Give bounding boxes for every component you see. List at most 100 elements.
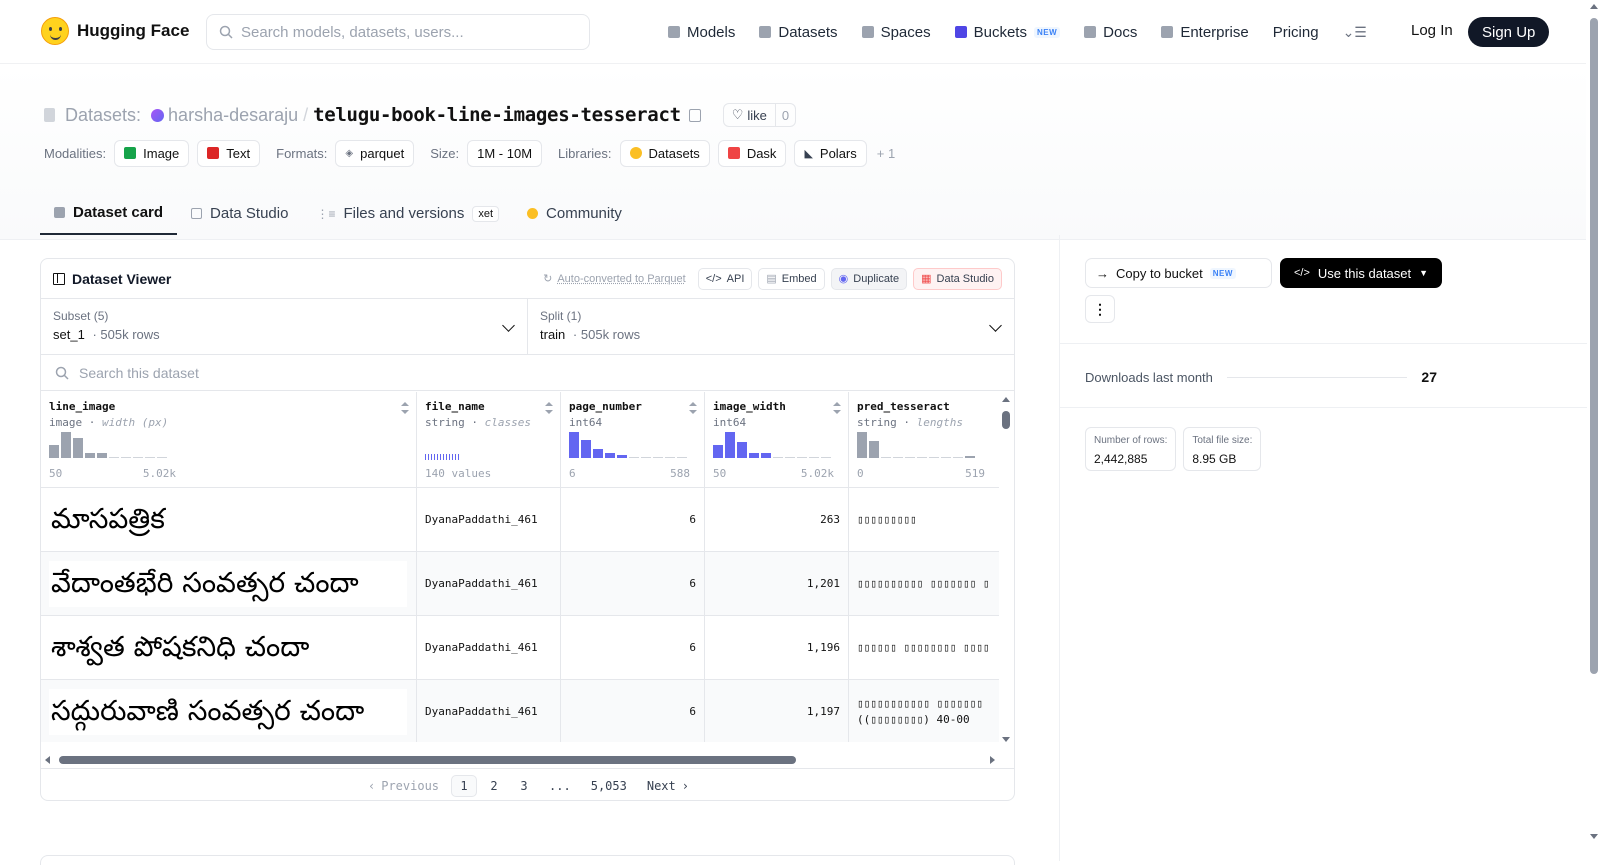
nav-buckets[interactable]: Buckets NEW (954, 24, 1061, 41)
scroll-thumb[interactable] (1590, 18, 1598, 674)
column-line-image[interactable]: line_image image · width (px) 50 5.02k (41, 392, 417, 487)
line-image-cell[interactable]: శాశ్వత పోషకనిధి చందా (41, 616, 417, 679)
duplicate-button[interactable]: ◉ Duplicate (830, 267, 908, 290)
table-row[interactable]: సద్గురువాణి సంవత్సర చందా DyanaPaddathi_4… (41, 680, 999, 742)
auto-converted-link[interactable]: ↻ Auto-converted to Parquet (543, 272, 686, 286)
sort-icon[interactable] (401, 402, 409, 414)
histogram-bar[interactable] (917, 457, 927, 458)
login-link[interactable]: Log In (1411, 22, 1453, 39)
tag-dask[interactable]: Dask (717, 139, 787, 167)
sort-icon[interactable] (545, 402, 553, 414)
next-page-button[interactable]: Next › (639, 775, 697, 797)
tab-dataset-card[interactable]: Dataset card (40, 192, 178, 235)
scroll-down-icon[interactable] (1002, 737, 1010, 742)
scroll-thumb[interactable] (1002, 411, 1010, 429)
page-button-2[interactable]: 2 (481, 775, 507, 797)
histogram-bar[interactable] (629, 457, 639, 458)
split-select[interactable]: Split (1) train · 505k rows (527, 299, 1014, 354)
subset-select[interactable]: Subset (5) set_1 · 505k rows (41, 299, 527, 354)
api-button[interactable]: </> API (697, 267, 753, 290)
histogram-bar[interactable] (929, 457, 939, 458)
page-button-last[interactable]: 5,053 (583, 775, 635, 797)
nav-datasets[interactable]: Datasets (759, 24, 838, 41)
histogram-bar[interactable] (145, 457, 155, 458)
scroll-up-icon[interactable] (1002, 397, 1010, 402)
histogram-bar[interactable] (953, 457, 963, 458)
tab-community[interactable]: Community (513, 192, 636, 235)
tab-data-studio[interactable]: Data Studio (177, 192, 302, 235)
line-image-cell[interactable]: వేదాంతభేరి సంవత్సర చందా (41, 552, 417, 615)
line-image-cell[interactable]: సద్గురువాణి సంవత్సర చందా (41, 680, 417, 742)
scroll-left-icon[interactable] (45, 756, 50, 764)
histogram-bar[interactable] (785, 457, 795, 458)
page-button-1[interactable]: 1 (451, 774, 478, 797)
column-page-number[interactable]: page_number int64 6 588 (561, 392, 705, 487)
histogram-bar[interactable] (881, 457, 891, 458)
more-libraries[interactable]: + 1 (877, 146, 895, 161)
global-search-input[interactable] (241, 23, 571, 41)
histogram-bar[interactable] (761, 453, 771, 458)
sort-icon[interactable] (689, 402, 697, 414)
tag-polars[interactable]: ◣ Polars (794, 139, 867, 167)
histogram-bar[interactable] (797, 457, 807, 458)
nav-pricing[interactable]: Pricing (1273, 24, 1319, 41)
table-horizontal-scrollbar[interactable] (45, 754, 995, 766)
histogram-bar[interactable] (605, 453, 615, 458)
more-menu-icon[interactable]: ⌄☰ (1343, 24, 1367, 41)
histogram-bar[interactable] (569, 432, 579, 458)
histogram-bar[interactable] (857, 432, 867, 458)
histogram-bar[interactable] (121, 457, 131, 458)
histogram-bar[interactable] (665, 457, 675, 458)
scroll-thumb[interactable] (59, 756, 796, 764)
histogram-bar[interactable] (965, 456, 975, 458)
repo-owner[interactable]: harsha-desaraju (168, 105, 298, 126)
nav-docs[interactable]: Docs (1084, 24, 1137, 41)
data-studio-button[interactable]: ▦ Data Studio (913, 267, 1002, 290)
nav-enterprise[interactable]: Enterprise (1161, 24, 1249, 41)
use-this-dataset-button[interactable]: </> Use this dataset ▼ (1280, 258, 1442, 288)
histogram-bar[interactable] (905, 457, 915, 458)
tag-image[interactable]: Image (114, 139, 190, 167)
table-row[interactable]: శాశ్వత పోషకనిధి చందా DyanaPaddathi_461 6… (41, 616, 999, 680)
dataset-search-input[interactable] (79, 364, 679, 381)
histogram-bar[interactable] (641, 457, 651, 458)
column-pred-tesseract[interactable]: pred_tesseract string · lengths 0 519 (849, 392, 999, 487)
table-row[interactable]: వేదాంతభేరి సంవత్సర చందా DyanaPaddathi_46… (41, 552, 999, 616)
histogram-bar[interactable] (133, 457, 143, 458)
page-scrollbar[interactable] (1588, 0, 1600, 861)
like-button[interactable]: ♡ like 0 (722, 103, 797, 127)
nav-models[interactable]: Models (668, 24, 735, 41)
histogram-bar[interactable] (809, 457, 819, 458)
histogram-bar[interactable] (61, 432, 71, 458)
histogram-bar[interactable] (653, 457, 663, 458)
scroll-down-icon[interactable] (1590, 834, 1598, 839)
histogram-bar[interactable] (617, 455, 627, 458)
histogram-bar[interactable] (73, 438, 83, 458)
tag-parquet[interactable]: ◈ parquet (335, 139, 415, 167)
repo-name[interactable]: telugu-book-line-images-tesseract (313, 104, 681, 126)
tag-size[interactable]: 1M - 10M (467, 139, 543, 167)
table-row[interactable]: మాసపత్రిక DyanaPaddathi_461 6 263 ▯▯▯▯▯▯… (41, 488, 999, 552)
histogram-bar[interactable] (677, 457, 687, 458)
copy-icon[interactable] (688, 108, 701, 122)
histogram-bar[interactable] (749, 453, 759, 458)
histogram-bar[interactable] (109, 457, 119, 458)
tag-text[interactable]: Text (197, 139, 261, 167)
histogram-bar[interactable] (821, 457, 831, 458)
table-vertical-scrollbar[interactable] (1002, 397, 1010, 742)
scroll-right-icon[interactable] (990, 756, 995, 764)
signup-button[interactable]: Sign Up (1468, 17, 1550, 47)
column-image-width[interactable]: image_width int64 50 5.02k (705, 392, 849, 487)
brand-link[interactable]: Hugging Face (41, 17, 189, 45)
global-search[interactable] (206, 14, 590, 50)
nav-spaces[interactable]: Spaces (861, 24, 931, 41)
dataset-search[interactable] (41, 355, 1014, 391)
histogram-bar[interactable] (97, 453, 107, 458)
histogram-bar[interactable] (581, 440, 591, 458)
histogram-bar[interactable] (725, 432, 735, 458)
embed-button[interactable]: ▤ Embed (758, 267, 825, 290)
histogram-bar[interactable] (893, 457, 903, 458)
column-file-name[interactable]: file_name string · classes 140 values (417, 392, 561, 487)
histogram-bar[interactable] (713, 445, 723, 458)
histogram-bar[interactable] (85, 453, 95, 458)
